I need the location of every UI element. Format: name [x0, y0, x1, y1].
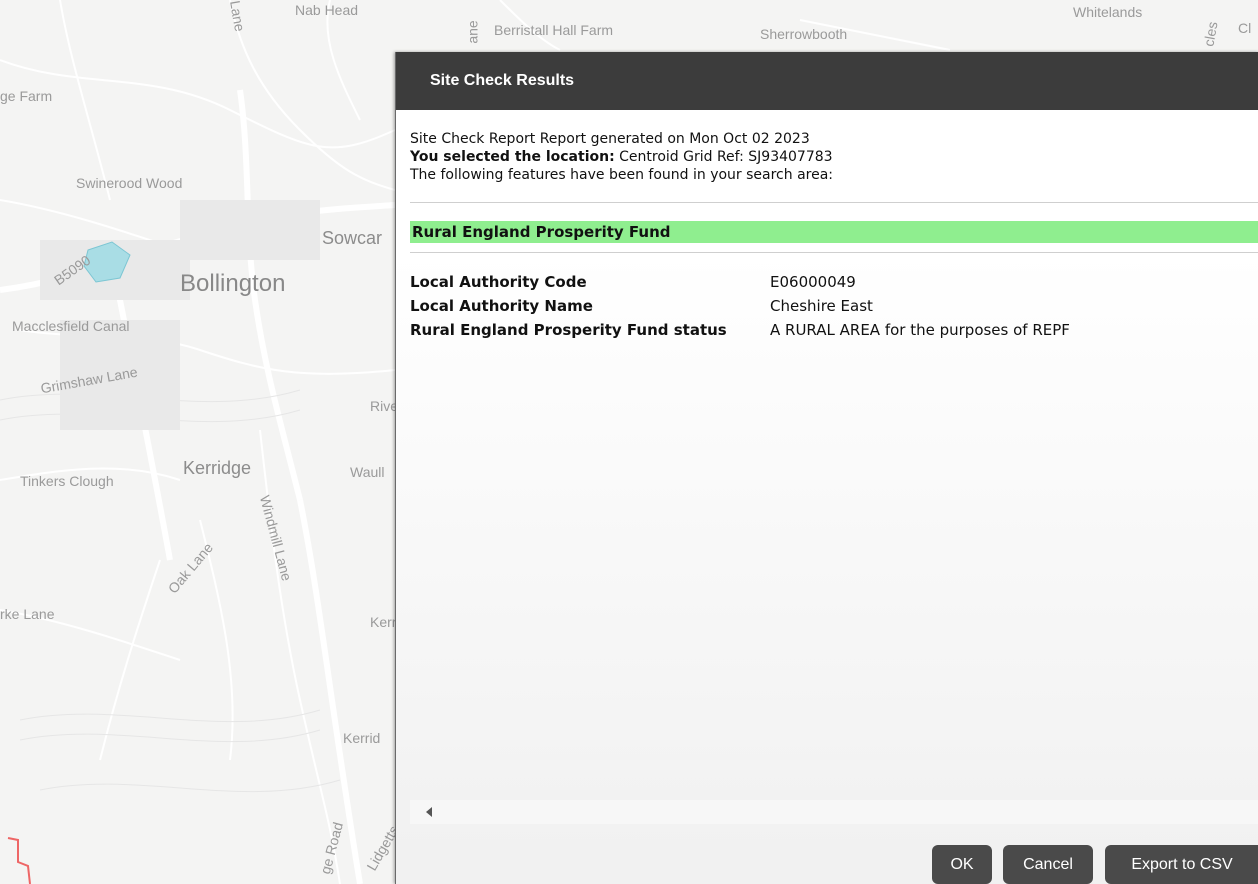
attribute-table: Local Authority Code E06000049 Local Aut…: [410, 273, 1070, 345]
attribute-key: Rural England Prosperity Fund status: [410, 321, 727, 339]
map-label-bollington: Bollington: [180, 270, 286, 297]
map-label: Berristall Hall Farm: [494, 22, 614, 38]
divider: [410, 202, 1258, 203]
attribute-key: Local Authority Code: [410, 273, 587, 291]
table-row: Rural England Prosperity Fund status A R…: [410, 321, 1070, 345]
map-label: Sowcar: [322, 228, 383, 248]
map-label: ane: [464, 20, 481, 44]
map-label: Swinerood Wood: [76, 175, 183, 191]
map-label: Sherrowbooth: [760, 26, 848, 42]
cancel-button[interactable]: Cancel: [1003, 845, 1093, 884]
map-label: Waull: [350, 464, 385, 480]
site-check-dialog: Site Check Results Site Check Report Rep…: [395, 52, 1258, 884]
map-label: Macclesfield Canal: [12, 318, 130, 334]
map-label: Tinkers Clough: [20, 473, 114, 489]
dialog-title: Site Check Results: [396, 52, 1258, 110]
features-found-line: The following features have been found i…: [410, 167, 834, 183]
map-label: Whitelands: [1073, 4, 1143, 20]
attribute-value: E06000049: [770, 273, 856, 291]
table-row: Local Authority Name Cheshire East: [410, 297, 1070, 321]
table-row: Local Authority Code E06000049: [410, 273, 1070, 297]
section-header-repf: Rural England Prosperity Fund: [410, 221, 1258, 243]
map-label: ge Farm: [0, 88, 53, 104]
attribute-key: Local Authority Name: [410, 297, 593, 315]
export-csv-button[interactable]: Export to CSV: [1105, 845, 1258, 884]
ok-button[interactable]: OK: [932, 845, 992, 884]
attribute-value: A RURAL AREA for the purposes of REPF: [770, 321, 1070, 339]
location-value: Centroid Grid Ref: SJ93407783: [614, 149, 833, 165]
horizontal-scrollbar[interactable]: [410, 800, 1258, 824]
map-label: Kerr: [370, 614, 397, 630]
dialog-body: Site Check Report Report generated on Mo…: [396, 110, 1258, 345]
map-label: Cl: [1238, 20, 1252, 36]
map-label: Kerridge: [183, 458, 252, 478]
report-generated-line: Site Check Report Report generated on Mo…: [410, 131, 810, 147]
selected-location-line: You selected the location: Centroid Grid…: [410, 148, 1258, 166]
scroll-left-arrow-icon[interactable]: [426, 807, 432, 817]
map-label: rke Lane: [0, 606, 55, 622]
location-label: You selected the location:: [410, 149, 615, 165]
map-label: Nab Head: [295, 2, 359, 18]
attribute-value: Cheshire East: [770, 297, 873, 315]
divider: [410, 252, 1258, 253]
map-label: Kerrid: [343, 730, 381, 746]
